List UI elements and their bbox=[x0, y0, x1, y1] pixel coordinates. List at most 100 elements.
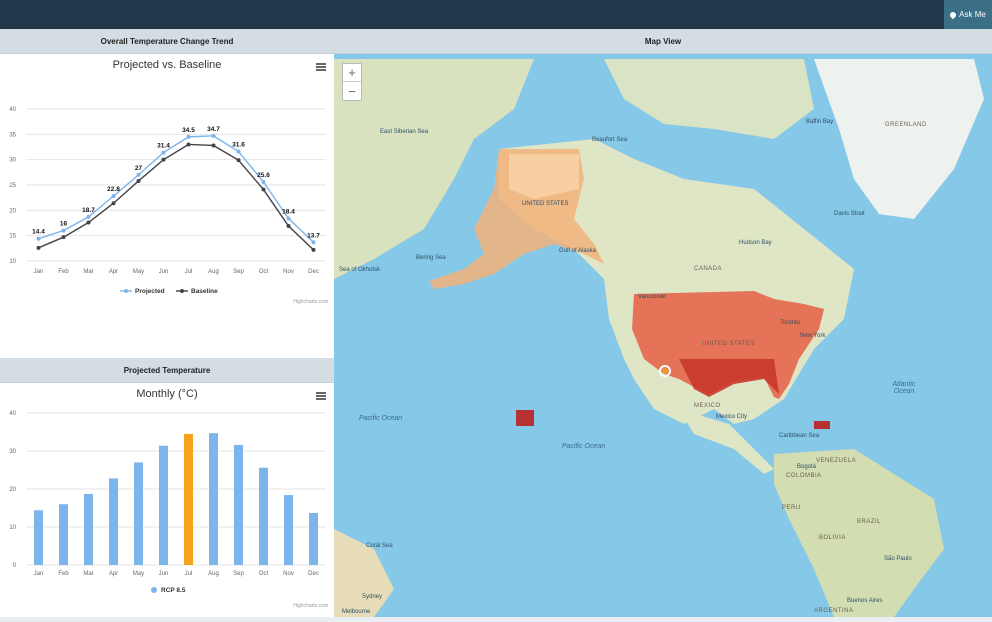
x-tick-label: Jul bbox=[185, 571, 193, 577]
label-coral-sea: Coral Sea bbox=[366, 543, 393, 549]
x-tick-label: Sep bbox=[233, 269, 244, 275]
label-sydney: Sydney bbox=[362, 594, 383, 600]
trend-chart-title: Projected vs. Baseline bbox=[112, 59, 222, 71]
trend-panel-header: Overall Temperature Change Trend bbox=[0, 29, 334, 54]
y-tick-label: 40 bbox=[9, 107, 16, 113]
trend-chart-credits: Highcharts.com bbox=[293, 299, 328, 305]
data-point bbox=[111, 201, 116, 206]
zoom-control: + − bbox=[342, 63, 362, 101]
label-pacific-ocean-west: Pacific Ocean bbox=[359, 415, 403, 422]
label-caribbean-sea: Caribbean Sea bbox=[779, 433, 820, 439]
x-tick-label: Dec bbox=[308, 571, 319, 577]
bar bbox=[284, 495, 293, 565]
map-view[interactable]: Map View + − East Siberian Sea Beaufort … bbox=[334, 29, 992, 617]
data-point bbox=[211, 143, 216, 148]
legend-marker bbox=[124, 289, 128, 293]
data-point bbox=[211, 133, 216, 138]
data-label: 16 bbox=[60, 221, 68, 228]
data-point bbox=[136, 172, 141, 177]
data-point bbox=[136, 178, 141, 183]
bar bbox=[309, 512, 318, 565]
label-mexico-city: Mexico City bbox=[716, 414, 748, 420]
map-pin-icon bbox=[948, 10, 958, 19]
bar bbox=[234, 444, 243, 565]
label-east-siberian-sea: East Siberian Sea bbox=[380, 129, 429, 135]
basemap-svg bbox=[334, 29, 992, 617]
location-marker-dot bbox=[662, 368, 668, 374]
x-tick-label: Mar bbox=[83, 269, 93, 275]
label-brazil: BRAZIL bbox=[857, 519, 882, 525]
monthly-chart-menu-icon[interactable] bbox=[316, 392, 326, 400]
label-new-york: New York bbox=[800, 333, 826, 339]
label-united-states-alaska: UNITED STATES bbox=[522, 201, 569, 207]
label-argentina: ARGENTINA bbox=[814, 608, 854, 614]
bar bbox=[59, 504, 68, 565]
y-tick-label: 40 bbox=[9, 411, 16, 417]
x-tick-label: Jun bbox=[159, 269, 169, 275]
data-point bbox=[86, 220, 91, 225]
legend-item-projected: Projected bbox=[135, 288, 165, 295]
data-point bbox=[186, 134, 191, 139]
x-tick-label: Aug bbox=[208, 571, 219, 577]
y-tick-label: 15 bbox=[9, 234, 16, 240]
top-bar: Ask Me bbox=[0, 0, 992, 29]
data-label: 34.7 bbox=[207, 126, 220, 133]
label-bolivia: BOLIVIA bbox=[819, 535, 846, 541]
bar bbox=[259, 467, 268, 565]
legend-marker bbox=[151, 587, 157, 593]
zoom-out-button[interactable]: − bbox=[343, 82, 361, 100]
monthly-chart: Monthly (°C) 0 10 20 30 40 Jan Feb Mar Apr May Jun… bbox=[0, 383, 334, 617]
ask-me-button[interactable]: Ask Me bbox=[944, 0, 992, 29]
y-tick-label: 25 bbox=[9, 183, 16, 189]
y-tick-label: 20 bbox=[9, 487, 16, 493]
data-point bbox=[161, 157, 166, 162]
bar bbox=[34, 510, 43, 565]
data-point bbox=[36, 236, 41, 241]
trend-chart-menu-icon[interactable] bbox=[316, 63, 326, 71]
data-label: 18.7 bbox=[82, 207, 95, 214]
data-point bbox=[161, 150, 166, 155]
x-tick-label: Mar bbox=[83, 571, 93, 577]
data-point bbox=[61, 228, 66, 233]
trend-chart: Projected vs. Baseline 10 15 20 25 30 35 40 Jan… bbox=[0, 54, 334, 358]
x-tick-label: May bbox=[133, 571, 144, 577]
legend-item-rcp: RCP 8.5 bbox=[161, 587, 186, 594]
label-melbourne: Melbourne bbox=[342, 609, 371, 615]
label-bogota: Bogotá bbox=[797, 464, 817, 470]
monthly-bar-chart-svg: 0 10 20 30 40 Jan Feb Mar Apr May Jun Jul Aug Sep Oct N… bbox=[9, 411, 326, 594]
data-point bbox=[311, 247, 316, 252]
label-atlantic-ocean: Atlantic Ocean bbox=[892, 381, 916, 395]
data-point bbox=[236, 149, 241, 154]
y-tick-label: 10 bbox=[9, 525, 16, 531]
label-toronto: Toronto bbox=[780, 320, 801, 326]
monthly-chart-title: Monthly (°C) bbox=[136, 388, 198, 400]
zoom-in-button[interactable]: + bbox=[343, 64, 361, 82]
data-label: 25.6 bbox=[257, 172, 270, 179]
x-tick-label: Nov bbox=[283, 571, 294, 577]
y-tick-label: 30 bbox=[9, 449, 16, 455]
label-pacific-ocean-east: Pacific Ocean bbox=[562, 443, 606, 450]
x-tick-label: Jan bbox=[34, 269, 44, 275]
label-baffin-bay: Baffin Bay bbox=[806, 119, 834, 125]
data-label: 27 bbox=[135, 165, 143, 172]
label-colombia: COLOMBIA bbox=[786, 473, 822, 479]
x-tick-label: Jan bbox=[34, 571, 44, 577]
bar bbox=[159, 445, 168, 565]
y-tick-label: 35 bbox=[9, 132, 16, 138]
label-canada: CANADA bbox=[694, 266, 723, 272]
data-point bbox=[286, 224, 291, 229]
bar bbox=[109, 478, 118, 565]
x-tick-label: Jul bbox=[185, 269, 193, 275]
label-peru: PERU bbox=[782, 505, 801, 511]
label-united-states: UNITED STATES bbox=[702, 341, 755, 347]
label-gulf-of-alaska: Gulf of Alaska bbox=[559, 248, 597, 254]
data-point bbox=[61, 235, 66, 240]
y-tick-label: 20 bbox=[9, 208, 16, 214]
label-mexico: MEXICO bbox=[694, 403, 721, 409]
label-buenos-aires: Buenos Aires bbox=[847, 598, 883, 604]
legend-item-baseline: Baseline bbox=[191, 288, 218, 295]
x-tick-label: Oct bbox=[259, 269, 269, 275]
x-tick-label: Nov bbox=[283, 269, 294, 275]
x-tick-label: Jun bbox=[159, 571, 169, 577]
data-point bbox=[36, 245, 41, 250]
